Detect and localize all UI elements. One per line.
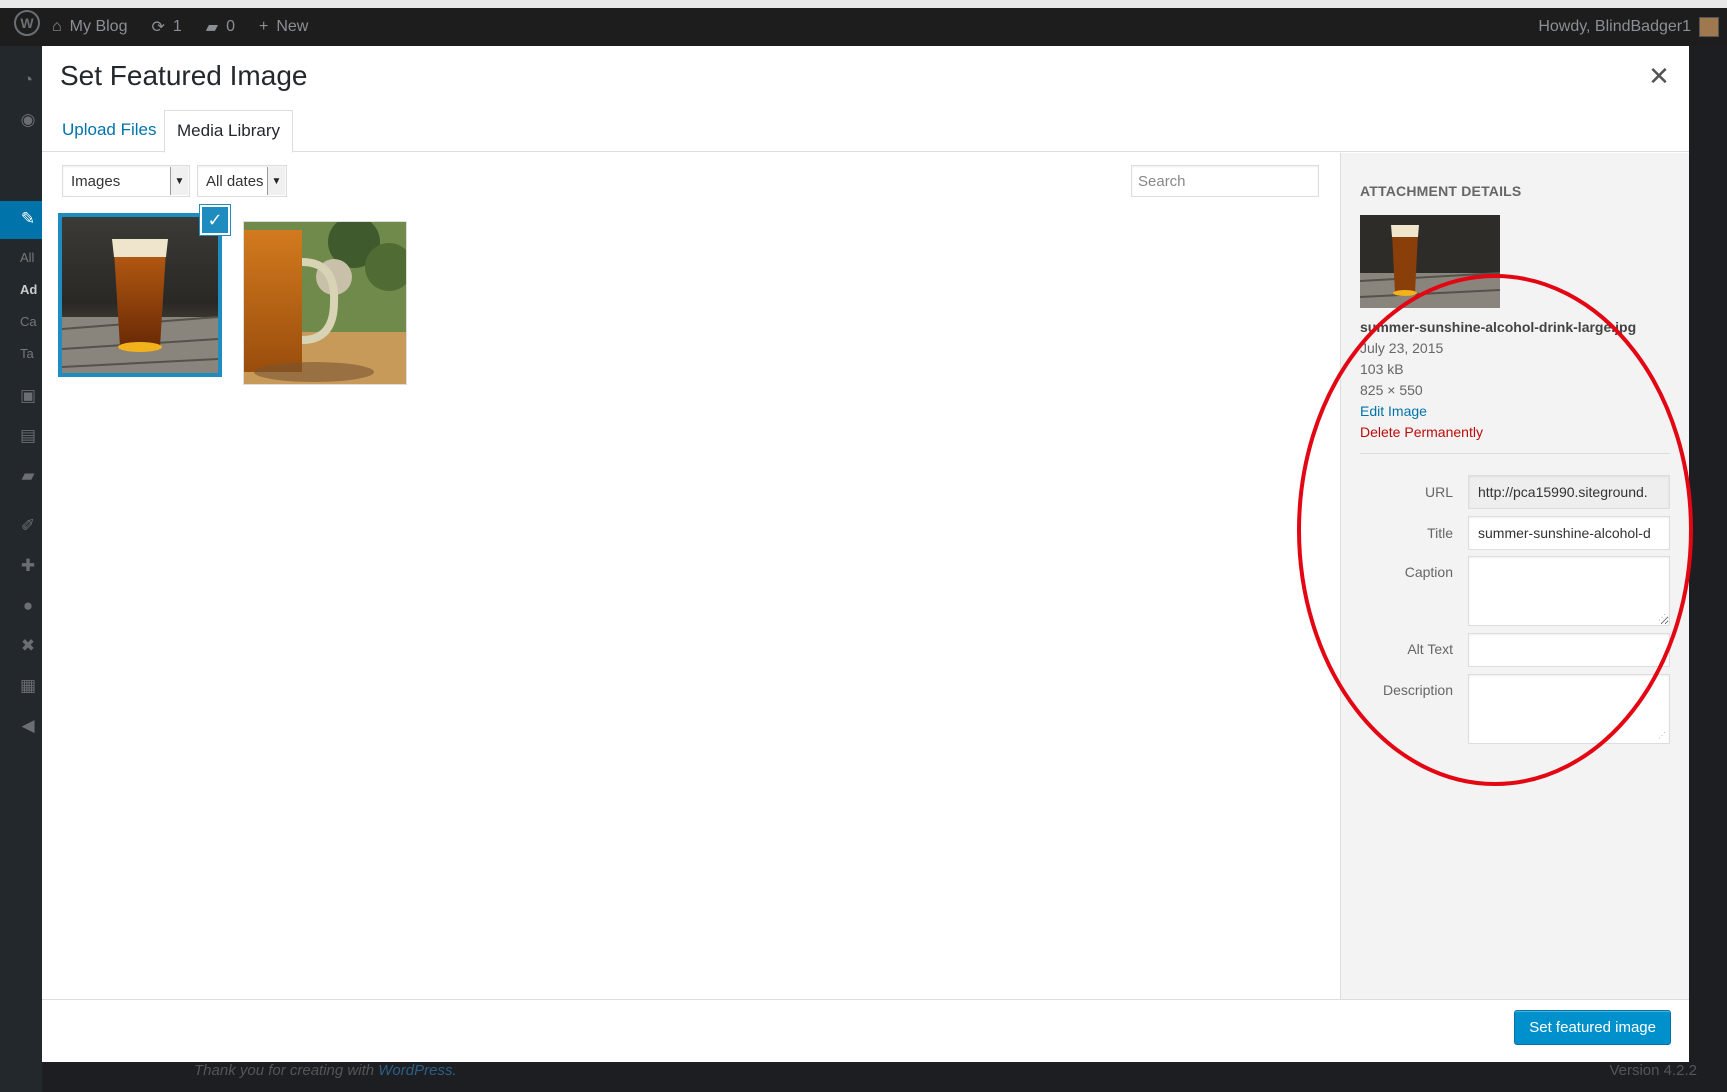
divider [1360,453,1670,454]
alt-text-label: Alt Text [1407,641,1453,657]
close-icon[interactable]: ✕ [1645,62,1673,90]
admin-bar: W ⌂ My Blog ⟳ 1 ▰ 0 + New Howdy, BlindBa… [0,0,1727,46]
menu-item-tags[interactable]: Ta [20,346,34,361]
url-field[interactable]: http://pca15990.siteground. [1468,475,1670,509]
title-label: Title [1427,525,1453,541]
admin-bar-new[interactable]: + New [247,4,320,50]
media-router: Upload Files Media Library [42,102,1689,153]
admin-bar-updates[interactable]: ⟳ 1 [139,4,193,50]
modal-title: Set Featured Image [60,60,308,91]
media-frame-content: Images ▼ All dates ▼ Search ✓ [42,153,1340,999]
media-toolbar: Set featured image [42,999,1689,1062]
wordpress-logo-icon[interactable]: W [14,10,40,36]
plus-icon: + [259,18,269,35]
set-featured-image-button[interactable]: Set featured image [1514,1010,1671,1045]
beer-glass-image [62,217,218,373]
attachment-dimensions: 825 × 550 [1360,382,1423,398]
tab-upload-files[interactable]: Upload Files [50,110,169,152]
resize-grip-icon[interactable]: ⋰ [1658,731,1666,740]
chevron-down-icon: ▼ [170,167,188,195]
comments-count: 0 [226,18,235,35]
pin-icon: ✎ [20,209,36,228]
attachment-filename: summer-sunshine-alcohol-drink-large.jpg [1360,319,1637,335]
beer-glass-image [1360,215,1500,308]
tab-media-library[interactable]: Media Library [164,110,293,153]
check-icon[interactable]: ✓ [200,205,230,235]
greeting: Howdy, BlindBadger1 [1538,18,1691,35]
footer-wordpress-link[interactable]: WordPress. [378,1062,456,1079]
admin-footer: Thank you for creating with WordPress. [194,1062,457,1079]
resize-grip-icon[interactable]: ⋰ [1658,613,1666,622]
beer-mug-thumbnail [244,222,406,384]
avatar [1699,17,1719,37]
type-filter-value: Images [71,172,121,190]
admin-bar-account[interactable]: Howdy, BlindBadger1 [1526,4,1727,50]
attachment-date: July 23, 2015 [1360,340,1444,356]
appearance-icon[interactable]: ✐ [18,516,38,536]
pages-icon[interactable]: ▤ [18,426,38,446]
description-textarea[interactable]: ⋰ [1468,674,1670,744]
details-thumbnail [1360,215,1500,308]
alt-text-field[interactable] [1468,633,1670,667]
beer-mug-image [244,222,406,384]
footer-version: Version 4.2.2 [1609,1062,1697,1079]
attachment-type-filter[interactable]: Images ▼ [62,165,190,197]
attachment-details-sidebar: Attachment Details summer-sunshine-alcoh… [1340,153,1689,999]
title-field[interactable]: summer-sunshine-alcohol-d [1468,516,1670,550]
caption-textarea[interactable]: ⋰ [1468,556,1670,626]
dashboard-icon[interactable]: ◔ [18,70,38,90]
footer-thanks: Thank you for creating with [194,1062,375,1079]
jetpack-icon[interactable]: ◉ [18,110,38,130]
new-label: New [276,18,309,35]
plugins-icon[interactable]: ✚ [18,556,38,576]
updates-count: 1 [172,18,182,35]
comments-icon[interactable]: ▰ [18,466,38,486]
home-icon: ⌂ [52,18,62,35]
menu-item-add[interactable]: Ad [20,282,37,297]
media-search-input[interactable] [1131,165,1319,197]
date-filter-value: All dates [206,172,264,190]
collapse-icon[interactable]: ◀ [18,716,38,736]
attachment-item[interactable] [243,221,407,385]
attachment-filesize: 103 kB [1360,361,1404,377]
chevron-down-icon: ▼ [267,167,285,195]
tools-icon[interactable]: ✖ [18,636,38,656]
comment-icon: ▰ [205,19,219,36]
menu-item-categories[interactable]: Ca [20,314,37,329]
beer-glass-thumbnail [62,217,218,373]
admin-bar-site[interactable]: ⌂ My Blog [40,4,139,50]
delete-permanently-link[interactable]: Delete Permanently [1360,424,1483,440]
users-icon[interactable]: ● [18,596,38,616]
description-label: Description [1382,682,1453,698]
attachment-details-heading: Attachment Details [1360,183,1522,199]
edit-image-link[interactable]: Edit Image [1360,403,1427,419]
media-modal: Set Featured Image ✕ Upload Files Media … [42,46,1689,1062]
menu-item-all[interactable]: All [20,250,34,265]
admin-menu: ◔ ◉ ✎ All Ad Ca Ta ▣ ▤ ▰ ✐ ✚ ● ✖ ▦ ◀ [0,46,42,1092]
attachment-date-filter[interactable]: All dates ▼ [197,165,287,197]
updates-icon: ⟳ [151,19,165,36]
site-name: My Blog [69,18,128,35]
url-label: URL [1424,484,1453,500]
caption-label: Caption [1404,564,1453,580]
attachment-item-selected[interactable]: ✓ [58,205,230,377]
media-icon[interactable]: ▣ [18,386,38,406]
admin-bar-comments[interactable]: ▰ 0 [194,4,247,50]
settings-icon[interactable]: ▦ [18,676,38,696]
